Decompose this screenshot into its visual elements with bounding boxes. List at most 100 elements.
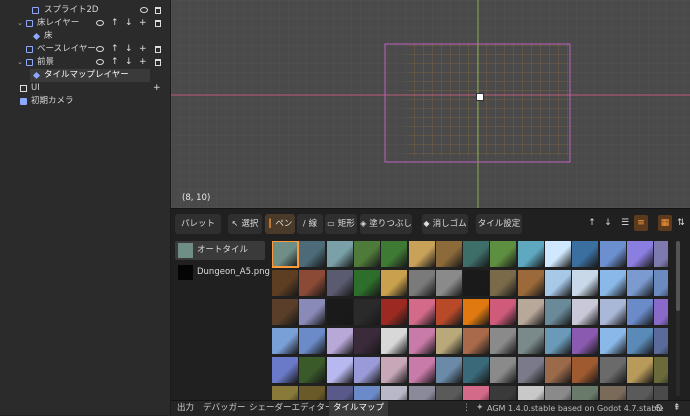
grid-view-icon[interactable]: ▦ — [658, 215, 672, 231]
tab-tilemap[interactable]: タイルマップ — [329, 401, 389, 416]
2d-viewport[interactable] — [171, 0, 690, 208]
tree-row-ui[interactable]: UI + — [0, 82, 170, 95]
tile-cell[interactable] — [326, 270, 353, 296]
arrow-down-icon[interactable]: ↓ — [601, 215, 615, 231]
tile-grid[interactable] — [272, 241, 668, 401]
tile-cell[interactable] — [654, 357, 668, 383]
tile-cell[interactable] — [381, 299, 408, 325]
tile-cell[interactable] — [654, 386, 668, 401]
tile-cell[interactable] — [326, 241, 353, 267]
tile-cell[interactable] — [626, 386, 653, 401]
tile-cell[interactable] — [517, 357, 544, 383]
tile-cell[interactable] — [435, 241, 462, 267]
tile-cell[interactable] — [463, 328, 490, 354]
tile-cell[interactable] — [381, 357, 408, 383]
tile-cell[interactable] — [299, 386, 326, 401]
tile-cell[interactable] — [408, 241, 435, 267]
scrollbar-thumb[interactable] — [676, 241, 680, 311]
add-icon[interactable]: + — [139, 17, 147, 30]
tile-cell[interactable] — [517, 328, 544, 354]
tile-cell[interactable] — [490, 270, 517, 296]
tile-cell[interactable] — [435, 386, 462, 401]
tree-row-initial-camera[interactable]: 初期カメラ — [0, 95, 170, 108]
tile-cell[interactable] — [272, 270, 298, 296]
tab-output[interactable]: 出力 — [173, 401, 198, 416]
trash-icon[interactable] — [155, 46, 161, 53]
move-down-icon[interactable]: ↓ — [125, 17, 133, 30]
arrow-up-icon[interactable]: ↑ — [585, 215, 599, 231]
tree-row-floor-layer[interactable]: ⌄ 床レイヤー ↑ ↓ + — [0, 17, 170, 30]
move-up-icon[interactable]: ↑ — [111, 56, 119, 69]
tile-cell[interactable] — [463, 270, 490, 296]
tile-cell[interactable] — [353, 270, 380, 296]
tree-row-foreground[interactable]: ⌄ 前景 ↑ ↓ + — [0, 56, 170, 69]
tile-cell[interactable] — [599, 241, 626, 267]
tile-cell[interactable] — [272, 386, 298, 401]
tile-cell[interactable] — [490, 241, 517, 267]
add-icon[interactable]: + — [139, 43, 147, 56]
eye-icon[interactable] — [96, 46, 104, 52]
atlas-item-autotile[interactable]: オートタイル — [175, 241, 265, 260]
eraser-tool-button[interactable]: ◆ 消しゴム — [422, 214, 468, 234]
tile-cell[interactable] — [545, 270, 571, 296]
tile-cell[interactable] — [408, 270, 435, 296]
tile-cell[interactable] — [353, 328, 380, 354]
tile-cell[interactable] — [654, 328, 668, 354]
tile-cell[interactable] — [572, 241, 599, 267]
tile-cell[interactable] — [272, 328, 298, 354]
tile-cell[interactable] — [517, 386, 544, 401]
add-icon[interactable]: + — [139, 56, 147, 69]
move-down-icon[interactable]: ↓ — [125, 56, 133, 69]
rect-tool-button[interactable]: ▭ 矩形 — [325, 214, 357, 234]
tile-cell[interactable] — [545, 386, 571, 401]
tile-cell[interactable] — [572, 270, 599, 296]
tile-cell[interactable] — [626, 357, 653, 383]
atlas-item-dungeon[interactable]: Dungeon_A5.png — [175, 263, 270, 282]
select-tool-button[interactable]: ↖ 選択 — [228, 214, 262, 234]
tile-cell[interactable] — [654, 299, 668, 325]
tile-cell[interactable] — [599, 357, 626, 383]
tile-cell[interactable] — [435, 357, 462, 383]
tile-cell[interactable] — [545, 357, 571, 383]
tile-cell[interactable] — [599, 270, 626, 296]
tile-cell[interactable] — [299, 241, 326, 267]
tree-row-base-layer[interactable]: ベースレイヤー ↑ ↓ + — [0, 43, 170, 56]
trash-icon[interactable] — [155, 7, 161, 14]
tile-cell[interactable] — [490, 386, 517, 401]
tile-cell[interactable] — [463, 299, 490, 325]
tile-cell[interactable] — [599, 299, 626, 325]
pin-icon[interactable]: ⇞ — [673, 401, 681, 416]
tile-cell[interactable] — [599, 328, 626, 354]
tile-cell[interactable] — [299, 357, 326, 383]
tree-row-sprite2d[interactable]: スプライト2D — [0, 4, 170, 17]
chevron-down-icon[interactable]: ⌄ — [17, 17, 23, 30]
tile-cell[interactable] — [572, 328, 599, 354]
tile-cell[interactable] — [572, 386, 599, 401]
tree-row-tilemap-layer[interactable]: タイルマップレイヤー — [30, 69, 150, 82]
tile-cell[interactable] — [326, 386, 353, 401]
line-tool-button[interactable]: / 線 — [297, 214, 323, 234]
tile-cell[interactable] — [408, 299, 435, 325]
tile-cell[interactable] — [326, 299, 353, 325]
tile-cell[interactable] — [353, 357, 380, 383]
tile-cell[interactable] — [381, 270, 408, 296]
tile-cell[interactable] — [408, 386, 435, 401]
tile-cell[interactable] — [517, 299, 544, 325]
tile-cell[interactable] — [626, 328, 653, 354]
tile-cell[interactable] — [654, 241, 668, 267]
tile-cell[interactable] — [408, 328, 435, 354]
sort-icon[interactable]: ⇅ — [674, 215, 688, 231]
tile-cell[interactable] — [353, 386, 380, 401]
palette-tab[interactable]: パレット — [175, 214, 221, 234]
eye-icon[interactable] — [140, 7, 148, 13]
tab-shader-editor[interactable]: シェーダーエディター — [245, 401, 337, 416]
tile-cell[interactable] — [408, 357, 435, 383]
tab-debugger[interactable]: デバッガー — [199, 401, 250, 416]
tile-cell[interactable] — [490, 357, 517, 383]
tile-cell[interactable] — [545, 299, 571, 325]
tile-cell[interactable] — [626, 241, 653, 267]
move-down-icon[interactable]: ↓ — [125, 43, 133, 56]
tile-cell[interactable] — [654, 270, 668, 296]
tile-cell[interactable] — [272, 299, 298, 325]
tile-cell[interactable] — [435, 328, 462, 354]
